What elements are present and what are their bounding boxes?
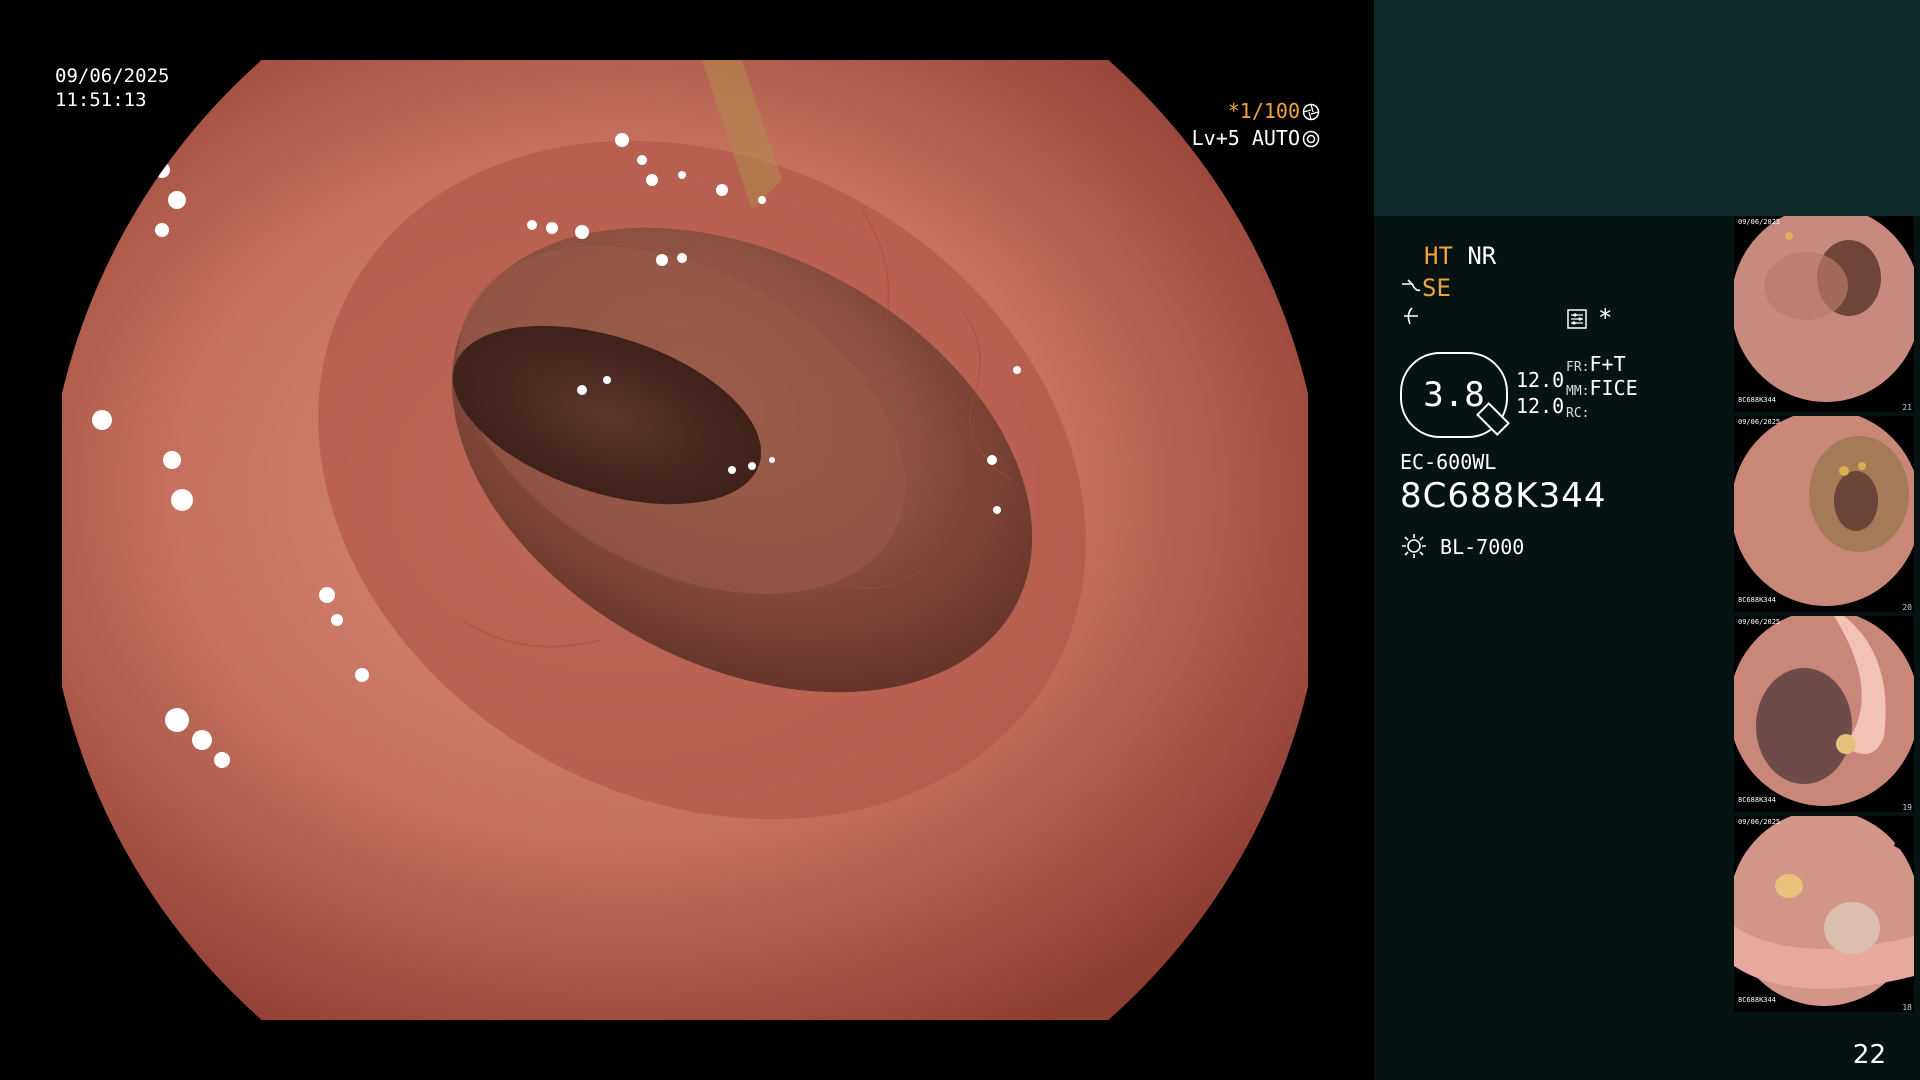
- page-number: 22: [1852, 1040, 1886, 1070]
- endoscope-main-image: [62, 60, 1308, 1020]
- thumbnail-serial: 8C688K344: [1738, 996, 1776, 1004]
- fr-row: FR:F+T: [1566, 352, 1626, 376]
- exposure-readout: *1/100 Lv+5 AUTO: [1192, 98, 1320, 152]
- mm-label: MM:: [1566, 384, 1590, 399]
- right-info-panel: HT NR SE * 3.8 12.0 12.0 FR:F+T MM:FICE …: [1374, 216, 1920, 1080]
- processor-settings: HT NR SE * 3.8 12.0 12.0 FR:F+T MM:FICE …: [1400, 240, 1700, 600]
- thumbnail-serial: 8C688K344: [1738, 596, 1776, 604]
- mm-row: MM:FICE: [1566, 376, 1638, 400]
- settings-panel-icon: [1566, 308, 1588, 334]
- light-source-label: BL-7000: [1440, 535, 1525, 559]
- thumbnail-serial: 8C688K344: [1738, 796, 1776, 804]
- fr-label: FR:: [1566, 360, 1590, 375]
- light-source-row: BL-7000: [1400, 532, 1524, 560]
- level-text: Lv+5 AUTO: [1191, 126, 1300, 150]
- date-text: 09/06/2025: [55, 65, 170, 87]
- structure-icon: [1400, 304, 1422, 332]
- shutter-text: *1/100: [1227, 99, 1300, 123]
- thumbnail-date: 09/06/2025: [1738, 618, 1781, 626]
- scope-model: EC-600WL: [1400, 450, 1497, 474]
- zoom-value-1: 12.0: [1516, 368, 1565, 392]
- thumbnail-number: 19: [1902, 803, 1912, 812]
- lamp-icon: [1400, 534, 1428, 559]
- thumbnail-serial: 8C688K344: [1738, 396, 1776, 404]
- thumbnail-1[interactable]: 09/06/2025 8C688K344 21: [1734, 216, 1914, 412]
- thumbnail-date: 09/06/2025: [1738, 818, 1781, 826]
- star-mark: *: [1598, 304, 1613, 332]
- enhance-icon: [1400, 274, 1422, 302]
- thumbnail-number: 21: [1902, 403, 1912, 412]
- zoom-value-2: 12.0: [1516, 394, 1565, 418]
- thumbnail-number: 20: [1902, 603, 1912, 612]
- right-header-area: [1374, 0, 1920, 216]
- thumbnail-date: 09/06/2025: [1738, 418, 1781, 426]
- thumbnail-3[interactable]: 09/06/2025 8C688K344 19: [1734, 616, 1914, 812]
- se-label: SE: [1422, 274, 1451, 302]
- thumbnail-4[interactable]: 09/06/2025 8C688K344 18: [1734, 816, 1914, 1012]
- nr-label: NR: [1467, 242, 1497, 270]
- datetime-readout: 09/06/2025 11:51:13: [55, 64, 169, 112]
- rc-label: RC:: [1566, 406, 1590, 421]
- thumbnail-date: 09/06/2025: [1738, 218, 1781, 226]
- captured-thumbnails: 09/06/2025 8C688K344 21 09/06/2025 8C688…: [1734, 216, 1914, 1016]
- scope-serial: 8C688K344: [1400, 476, 1607, 516]
- rc-row: RC:: [1566, 402, 1589, 421]
- ht-label: HT: [1424, 242, 1453, 270]
- se-row: SE: [1400, 274, 1451, 302]
- mm-value: FICE: [1589, 376, 1638, 400]
- zoom-value: 3.8: [1423, 375, 1485, 415]
- fr-value: F+T: [1589, 352, 1626, 376]
- iris-icon: [1302, 128, 1320, 148]
- time-text: 11:51:13: [55, 89, 147, 111]
- thumbnail-2[interactable]: 09/06/2025 8C688K344 20: [1734, 416, 1914, 612]
- thumbnail-number: 18: [1902, 1003, 1912, 1012]
- aperture-icon: [1302, 101, 1320, 121]
- ht-nr-row: HT NR: [1424, 242, 1496, 270]
